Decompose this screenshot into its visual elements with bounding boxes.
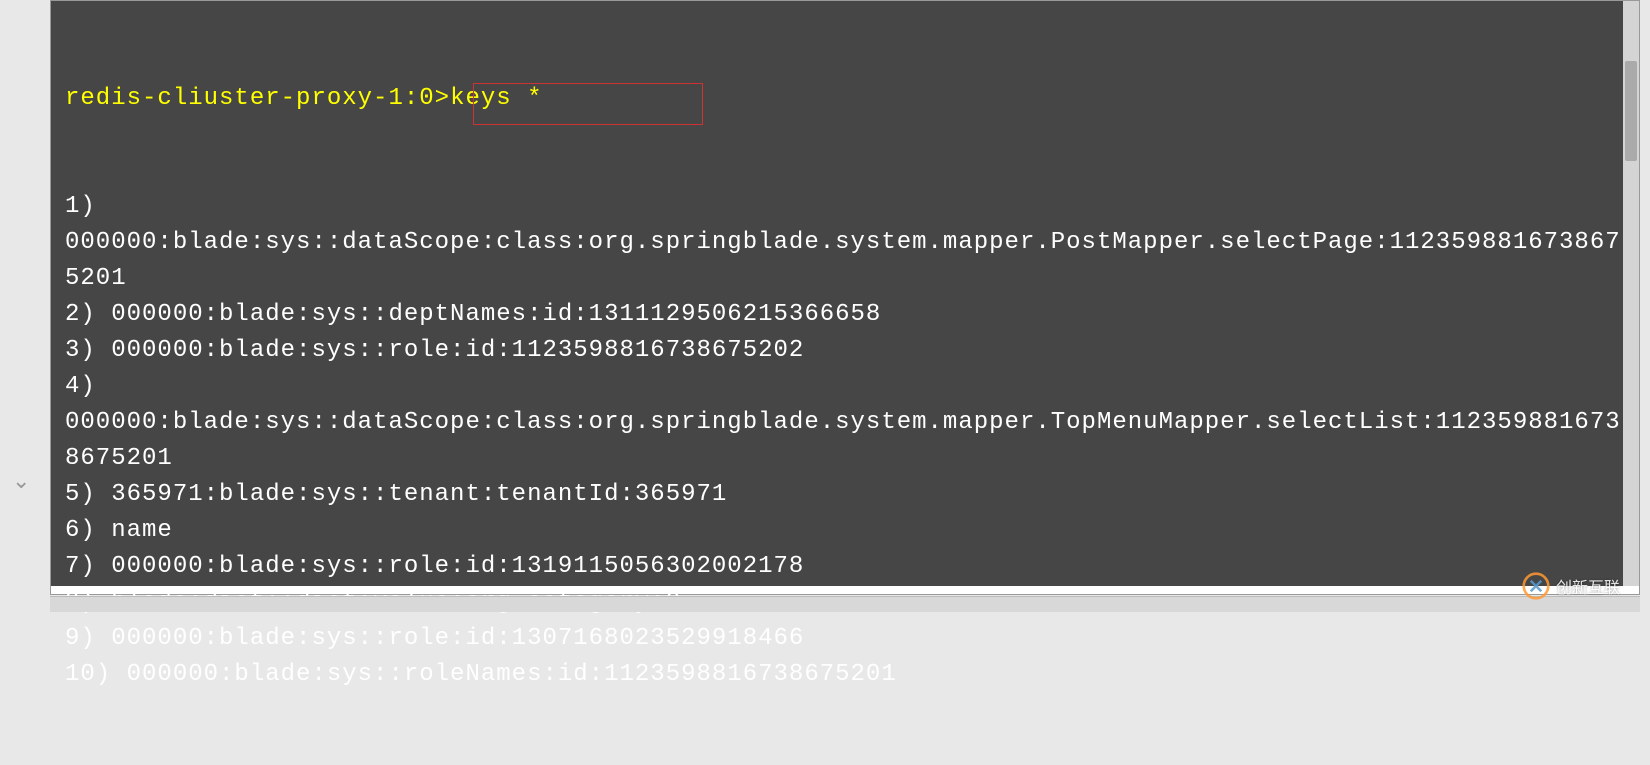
left-sidebar: ⌄: [0, 0, 50, 595]
output-line: 10) 000000:blade:sys::roleNames:id:11235…: [65, 657, 1625, 693]
watermark: 创新互联: [1522, 572, 1620, 600]
prompt-line: redis-cliuster-proxy-1:0>keys *: [65, 81, 1625, 117]
terminal-output[interactable]: redis-cliuster-proxy-1:0>keys * 1)000000…: [51, 1, 1639, 586]
terminal-command: keys *: [450, 85, 542, 112]
watermark-logo-icon: [1522, 572, 1550, 600]
output-line: 9) 000000:blade:sys::role:id:13071680235…: [65, 621, 1625, 657]
output-line: 5) 365971:blade:sys::tenant:tenantId:365…: [65, 477, 1625, 513]
output-lines-container: 1)000000:blade:sys::dataScope:class:org.…: [65, 189, 1625, 693]
output-line: 4): [65, 369, 1625, 405]
output-line: 7) 000000:blade:sys::role:id:13191150563…: [65, 549, 1625, 585]
output-line: 1): [65, 189, 1625, 225]
watermark-text: 创新互联: [1556, 574, 1620, 598]
output-line: 2) 000000:blade:sys::deptNames:id:131112…: [65, 297, 1625, 333]
vertical-scrollbar[interactable]: [1623, 1, 1639, 586]
output-line: 000000:blade:sys::dataScope:class:org.sp…: [65, 225, 1625, 297]
output-line: 000000:blade:sys::dataScope:class:org.sp…: [65, 405, 1625, 477]
output-line: 3) 000000:blade:sys::role:id:11235988167…: [65, 333, 1625, 369]
bottom-status-bar: [50, 596, 1640, 612]
chevron-down-icon[interactable]: ⌄: [12, 469, 30, 495]
output-line: 6) name: [65, 513, 1625, 549]
terminal-frame: redis-cliuster-proxy-1:0>keys * 1)000000…: [50, 0, 1640, 595]
terminal-prompt: redis-cliuster-proxy-1:0>: [65, 85, 450, 112]
scrollbar-thumb[interactable]: [1625, 61, 1637, 161]
